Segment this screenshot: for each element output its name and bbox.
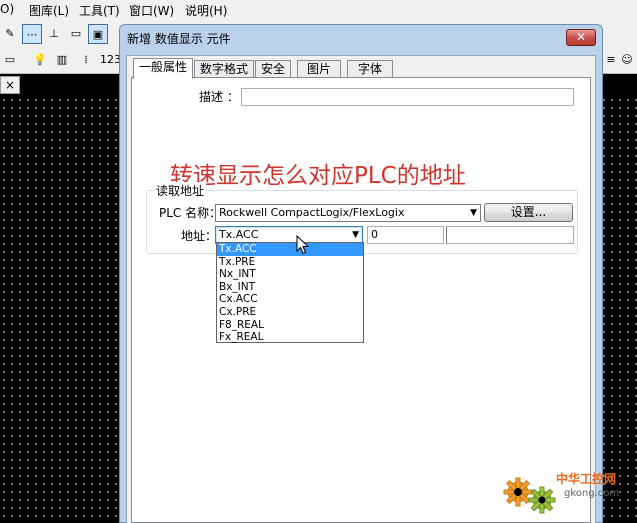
tab-security[interactable]: 安全 <box>255 60 291 78</box>
description-field[interactable] <box>241 88 574 106</box>
address-label: 地址： <box>181 229 218 243</box>
plc-name-label: PLC 名称： <box>159 206 222 220</box>
annotation-text: 转速显示怎么对应PLC的地址 <box>170 163 466 189</box>
address-number-field[interactable]: 0 <box>367 226 444 244</box>
dropdown-option[interactable]: F8_REAL <box>217 319 363 332</box>
grid-icon[interactable]: ⋯ <box>22 24 42 44</box>
document-tab-close[interactable]: × <box>0 76 20 94</box>
dropdown-option[interactable]: Cx.ACC <box>217 293 363 306</box>
dropdown-option[interactable]: Bx_INT <box>217 281 363 294</box>
tab-number-format[interactable]: 数字格式 <box>194 60 254 78</box>
dropdown-option[interactable]: Tx.ACC <box>217 243 363 256</box>
watermark-domain: gkong.com <box>564 488 620 499</box>
settings-button[interactable]: 设置... <box>484 203 573 222</box>
dropdown-option[interactable]: Tx.PRE <box>217 256 363 269</box>
numeric-display-icon[interactable]: 123 <box>100 50 121 70</box>
new-numeric-display-dialog: 新增 数值显示 元件 ✕ 一般属性 数字格式 安全 图片 字体 描述 ： 转速显… <box>119 24 603 523</box>
lamp-icon[interactable]: 💡 <box>30 50 50 70</box>
tab-picture[interactable]: 图片 <box>297 60 341 78</box>
address-type-dropdown: Tx.ACC Tx.PRE Nx_INT Bx_INT Cx.ACC Cx.PR… <box>216 242 364 343</box>
tab-general[interactable]: 一般属性 <box>133 58 193 79</box>
menu-item-help[interactable]: 说明(H) <box>185 2 227 19</box>
chevron-down-icon: ▼ <box>352 230 359 240</box>
menu-item-library[interactable]: 图库(L) <box>29 2 69 19</box>
mouse-pointer-icon <box>296 235 310 255</box>
menu-bar: O) 图库(L) 工具(T) 窗口(W) 说明(H) <box>0 0 637 20</box>
read-address-group-title: 读取地址 <box>154 182 207 199</box>
switch-icon[interactable]: ⁞ <box>76 50 96 70</box>
menu-item-tools[interactable]: 工具(T) <box>79 2 120 19</box>
address-type-value: Tx.ACC <box>219 228 259 241</box>
address-extra-field[interactable] <box>446 226 574 244</box>
menu-item-window[interactable]: 窗口(W) <box>129 2 174 19</box>
align-icon[interactable]: ⊥ <box>44 24 64 44</box>
plc-name-value: Rockwell CompactLogix/FlexLogix <box>219 206 405 219</box>
dialog-title: 新增 数值显示 元件 <box>127 32 231 46</box>
face-icon[interactable]: ☺ <box>617 50 637 70</box>
plc-name-select[interactable]: Rockwell CompactLogix/FlexLogix ▼ <box>215 204 481 222</box>
dropdown-option[interactable]: Fx_REAL <box>217 331 363 344</box>
frame-icon[interactable]: ▭ <box>66 24 86 44</box>
dialog-titlebar[interactable]: 新增 数值显示 元件 ✕ <box>120 25 602 51</box>
gear-icon <box>503 477 556 514</box>
watermark-title: 中华工控网 <box>556 472 617 486</box>
pen-icon[interactable]: ✎ <box>0 24 20 44</box>
dropdown-option[interactable]: Cx.PRE <box>217 306 363 319</box>
meter-icon[interactable]: ▥ <box>52 50 72 70</box>
description-label: 描述 ： <box>199 90 239 104</box>
close-icon[interactable]: ✕ <box>566 29 596 46</box>
rectangle-icon[interactable]: ▭ <box>0 50 20 70</box>
dropdown-option[interactable]: Nx_INT <box>217 268 363 281</box>
menu-item-partial[interactable]: O) <box>0 2 14 16</box>
window-icon[interactable]: ▣ <box>88 24 108 44</box>
watermark-logo: 中华工控网 gkong.com <box>500 466 637 523</box>
tab-font[interactable]: 字体 <box>347 60 393 78</box>
chevron-down-icon: ▼ <box>470 208 477 218</box>
